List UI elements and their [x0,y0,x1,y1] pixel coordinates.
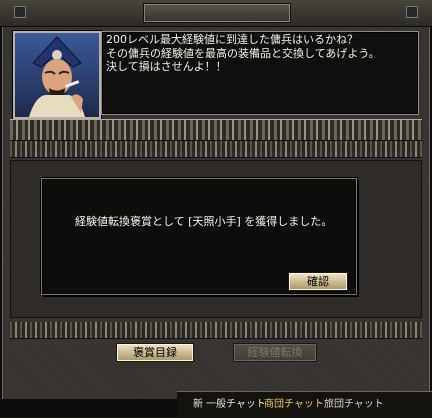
chat-new-label[interactable]: 新 [193,395,203,410]
npc-portrait [13,31,101,119]
chat-tab-normal[interactable]: 一般チャット [206,395,266,410]
npc-portrait-image [15,33,99,117]
reward-notice-dialog: 経験値転換褒賞として [天照小手] を獲得しました。 確認 [41,178,357,295]
chat-input-area[interactable] [0,399,177,417]
npc-dialogue-box: 200レベル最大経験値に到達した傭兵はいるかね？ その傭兵の経験値を最高の装備品… [101,31,419,115]
title-bar-left-ornament [14,6,26,18]
confirm-button[interactable]: 確認 [288,272,348,291]
chat-tab-bar: 新 一般チャット 商団チャット 旅団チャット [177,391,432,418]
title-bar-right-ornament [406,6,418,18]
ornament-band-upper [10,119,422,141]
chat-tab-trade[interactable]: 商団チャット [264,395,324,410]
ornament-band-lower [10,322,422,339]
chat-tab-brigade[interactable]: 旅団チャット [324,395,384,410]
title-tab[interactable] [143,3,291,23]
window-title-bar[interactable] [0,0,432,27]
npc-dialogue-text: 200レベル最大経験値に到達した傭兵はいるかね？ その傭兵の経験値を最高の装備品… [106,33,380,73]
exp-convert-button[interactable]: 経験値転換 [233,343,317,362]
reward-notice-message: 経験値転換褒賞として [天照小手] を獲得しました。 [75,215,333,228]
ornament-band-middle [10,141,422,158]
reward-list-button[interactable]: 褒賞目録 [116,343,194,362]
